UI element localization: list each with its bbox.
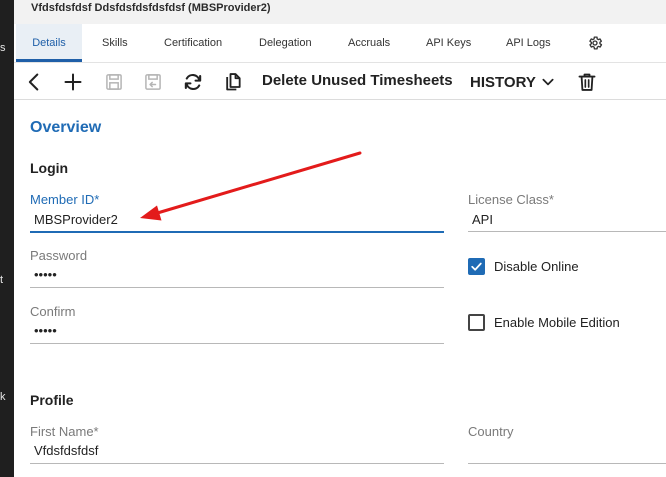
save-button[interactable] [102, 70, 126, 94]
first-name-label: First Name* [30, 424, 99, 439]
tab-skills[interactable]: Skills [102, 24, 128, 62]
copy-button[interactable] [221, 70, 245, 94]
tab-accruals[interactable]: Accruals [348, 24, 390, 62]
left-sidebar-strip: s t k [0, 0, 14, 477]
annotation-arrow [140, 151, 362, 221]
tab-label: API Keys [426, 37, 472, 49]
license-class-input[interactable]: API [472, 212, 493, 227]
confirm-underline [30, 343, 444, 344]
section-heading-login: Login [30, 160, 69, 176]
page-title: Overview [30, 119, 102, 136]
member-id-input[interactable]: MBSProvider2 [34, 212, 118, 227]
gear-icon[interactable] [587, 35, 603, 51]
first-name-input[interactable]: Vfdsfdsfdsf [34, 443, 98, 458]
save-exit-icon [145, 74, 161, 90]
confirm-label: Confirm [30, 304, 76, 319]
add-button[interactable] [61, 70, 85, 94]
chevron-down-icon [542, 78, 554, 86]
enable-mobile-edition-checkbox[interactable] [468, 314, 485, 331]
save-and-close-button[interactable] [141, 70, 165, 94]
history-label: HISTORY [470, 73, 536, 91]
tab-bar: Details Skills Certification Delegation … [14, 24, 666, 62]
country-label: Country [468, 424, 514, 439]
disable-online-checkbox[interactable] [468, 258, 485, 275]
section-heading-profile: Profile [30, 392, 74, 408]
tab-label: Delegation [259, 37, 312, 49]
details-form: Overview Login Member ID* MBSProvider2 P… [14, 101, 666, 477]
tab-delegation[interactable]: Delegation [259, 24, 312, 62]
tab-details[interactable]: Details [16, 24, 82, 62]
password-label: Password [30, 248, 88, 263]
first-name-underline [30, 463, 444, 464]
disable-online-label[interactable]: Disable Online [494, 259, 579, 274]
save-disk-icon [106, 74, 122, 90]
tab-label: API Logs [506, 37, 551, 49]
chevron-left-icon [28, 73, 39, 91]
left-strip-glyph: t [0, 274, 4, 286]
enable-mobile-edition-label[interactable]: Enable Mobile Edition [494, 315, 620, 330]
password-underline [30, 287, 444, 288]
tab-label: Skills [102, 37, 128, 49]
license-class-underline [468, 231, 666, 232]
delete-button[interactable] [575, 70, 599, 94]
tab-label: Details [32, 37, 66, 49]
tab-label: Certification [164, 37, 223, 49]
refresh-button[interactable] [181, 70, 205, 94]
history-dropdown[interactable]: HISTORY [470, 72, 555, 92]
refresh-icon [184, 74, 202, 90]
password-input[interactable]: ••••• [34, 267, 57, 282]
confirm-input[interactable]: ••••• [34, 323, 57, 338]
copy-document-icon [226, 73, 241, 91]
tab-api-keys[interactable]: API Keys [426, 24, 471, 62]
toolbar: Delete Unused Timesheets HISTORY [14, 62, 666, 100]
tab-label: Accruals [348, 37, 391, 49]
trash-icon [578, 73, 596, 91]
tab-certification[interactable]: Certification [164, 24, 222, 62]
country-underline [468, 463, 666, 464]
tab-api-logs[interactable]: API Logs [506, 24, 551, 62]
member-id-label: Member ID* [30, 192, 100, 207]
back-button[interactable] [22, 70, 46, 94]
license-class-label: License Class* [468, 192, 554, 207]
window-title: Vfdsfdsfdsf Ddsfdsfdsfdsfdsf (MBSProvide… [31, 2, 271, 14]
plus-icon [64, 73, 82, 91]
app-window: Vfdsfdsfdsf Ddsfdsfdsfdsfdsf (MBSProvide… [14, 0, 666, 477]
left-strip-glyph: k [0, 391, 6, 403]
checkmark-icon [471, 262, 482, 271]
left-strip-glyph: s [0, 42, 6, 54]
delete-unused-timesheets-button[interactable]: Delete Unused Timesheets [262, 72, 453, 89]
member-id-underline [30, 231, 444, 233]
title-bar: Vfdsfdsfdsf Ddsfdsfdsfdsfdsf (MBSProvide… [14, 0, 666, 24]
